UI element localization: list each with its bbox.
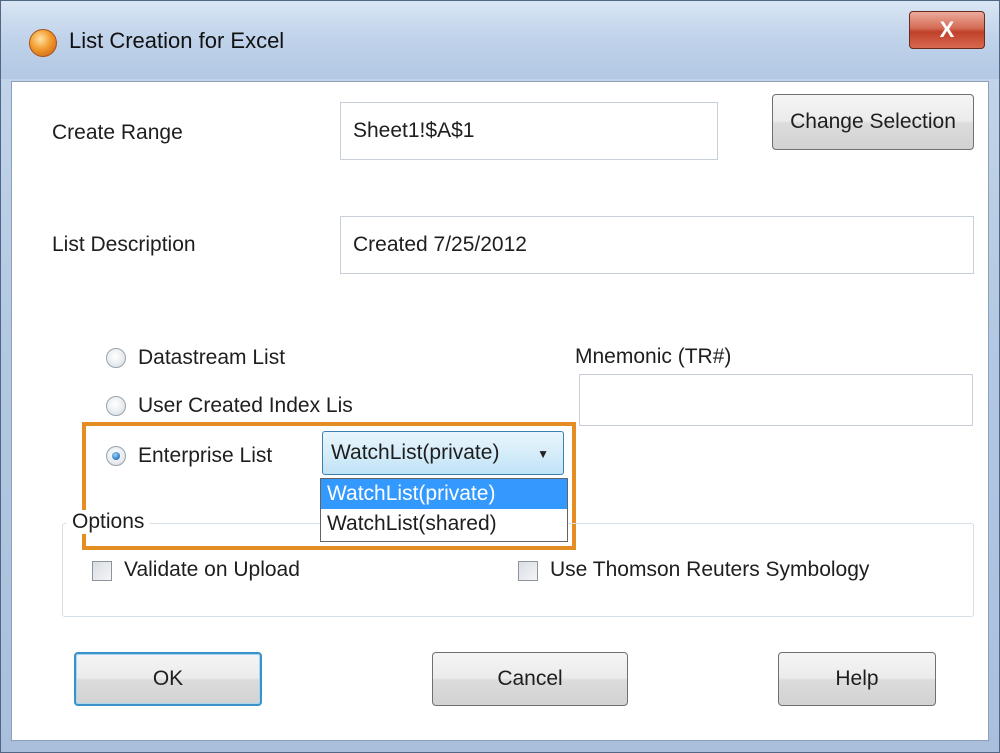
title-bar[interactable]: List Creation for Excel X <box>1 1 999 79</box>
combo-selected-value: WatchList(private) <box>331 441 500 464</box>
cancel-button[interactable]: Cancel <box>432 652 628 706</box>
datastream-list-label[interactable]: Datastream List <box>138 346 285 370</box>
options-legend: Options <box>66 510 151 534</box>
app-icon <box>29 29 57 57</box>
dropdown-option-shared[interactable]: WatchList(shared) <box>321 509 567 539</box>
ok-button[interactable]: OK <box>74 652 262 706</box>
change-selection-button[interactable]: Change Selection <box>772 94 974 150</box>
chevron-down-icon[interactable]: ▼ <box>537 447 549 461</box>
create-range-label: Create Range <box>52 121 183 144</box>
dropdown-option-private[interactable]: WatchList(private) <box>321 479 567 509</box>
window-title: List Creation for Excel <box>69 28 285 53</box>
mnemonic-label: Mnemonic (TR#) <box>575 345 732 368</box>
dialog-window: List Creation for Excel X Create Range S… <box>0 0 1000 753</box>
enterprise-list-label[interactable]: Enterprise List <box>138 444 272 468</box>
help-button[interactable]: Help <box>778 652 936 706</box>
list-description-input[interactable]: Created 7/25/2012 <box>340 216 974 274</box>
mnemonic-input[interactable] <box>579 374 973 426</box>
use-tr-symbology-checkbox[interactable] <box>518 561 538 581</box>
use-tr-symbology-label[interactable]: Use Thomson Reuters Symbology <box>550 558 869 582</box>
enterprise-list-dropdown: WatchList(private) WatchList(shared) <box>320 478 568 542</box>
user-created-index-list-label[interactable]: User Created Index Lis <box>138 394 353 418</box>
close-button[interactable]: X <box>909 11 985 49</box>
radio-datastream-list[interactable] <box>106 348 126 368</box>
radio-user-created-index-list[interactable] <box>106 396 126 416</box>
enterprise-list-combo[interactable]: WatchList(private) ▼ <box>322 431 564 475</box>
dialog-body: Create Range Sheet1!$A$1 Change Selectio… <box>11 81 989 741</box>
validate-on-upload-checkbox[interactable] <box>92 561 112 581</box>
radio-enterprise-list[interactable] <box>106 446 126 466</box>
create-range-input[interactable]: Sheet1!$A$1 <box>340 102 718 160</box>
validate-on-upload-label[interactable]: Validate on Upload <box>124 558 300 582</box>
list-description-label: List Description <box>52 233 196 256</box>
